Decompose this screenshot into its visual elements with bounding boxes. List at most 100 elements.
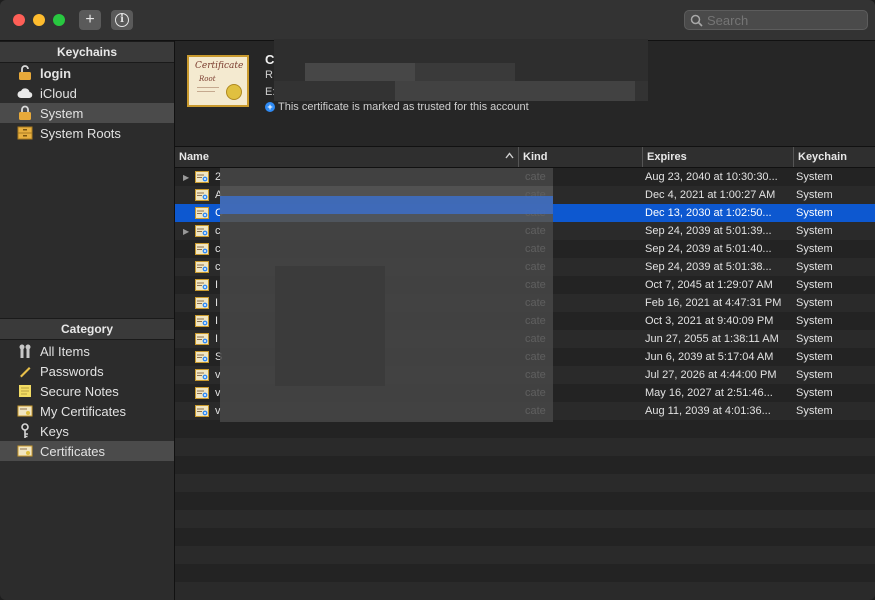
- certificate-name: C: [265, 52, 275, 67]
- add-item-button[interactable]: +: [79, 10, 101, 30]
- cell-expires: Dec 13, 2030 at 1:02:50...: [645, 207, 772, 219]
- plus-icon: +: [85, 11, 95, 28]
- sort-ascending-icon: [505, 152, 514, 159]
- search-icon: [690, 14, 703, 27]
- search-field[interactable]: [684, 10, 868, 30]
- cell-keychain: System: [796, 387, 833, 399]
- cell-name-text: I: [215, 333, 219, 345]
- sidebar-item-system[interactable]: System: [0, 103, 174, 123]
- lock-open-icon: [17, 65, 33, 81]
- sidebar-item-all-items[interactable]: All Items: [0, 341, 174, 361]
- sidebar-item-my-certificates[interactable]: My Certificates: [0, 401, 174, 421]
- lock-icon: [17, 105, 33, 121]
- empty-row: [175, 438, 875, 456]
- info-icon: i: [115, 13, 129, 27]
- cell-keychain: System: [796, 369, 833, 381]
- cell-keychain: System: [796, 225, 833, 237]
- cell-keychain: System: [796, 189, 833, 201]
- cell-expires: Sep 24, 2039 at 5:01:38...: [645, 261, 772, 273]
- sidebar-item-icloud[interactable]: iCloud: [0, 83, 174, 103]
- empty-row: [175, 474, 875, 492]
- empty-row: [175, 510, 875, 528]
- plus-circle-icon: +: [265, 102, 275, 112]
- keychains-header: Keychains: [0, 41, 174, 63]
- sidebar-item-label: Keys: [40, 423, 69, 439]
- cell-expires: Sep 24, 2039 at 5:01:39...: [645, 225, 772, 237]
- cell-keychain: System: [796, 333, 833, 345]
- redacted-block: [395, 81, 635, 101]
- cabinet-icon: [17, 125, 33, 141]
- column-header-label: Expires: [647, 151, 687, 163]
- sidebar-item-label: Certificates: [40, 443, 106, 459]
- certificate-icon: [17, 443, 33, 459]
- get-info-button[interactable]: i: [111, 10, 133, 30]
- seal-icon: [226, 84, 242, 100]
- cell-expires: Jun 27, 2055 at 1:38:11 AM: [645, 333, 779, 345]
- sidebar-item-label: iCloud: [40, 85, 77, 101]
- certificate-icon: [195, 369, 209, 381]
- cell-expires: Aug 23, 2040 at 10:30:30...: [645, 171, 778, 183]
- cell-keychain: System: [796, 243, 833, 255]
- certificate-icon: [195, 243, 209, 255]
- sidebar-item-system-roots[interactable]: System Roots: [0, 123, 174, 143]
- titlebar: + i: [0, 0, 875, 41]
- cell-expires: Oct 7, 2045 at 1:29:07 AM: [645, 279, 773, 291]
- cell-expires: Jun 6, 2039 at 5:17:04 AM: [645, 351, 774, 363]
- cell-keychain: System: [796, 261, 833, 273]
- cell-name-text: I: [215, 279, 219, 291]
- certificate-icon: [195, 261, 209, 273]
- column-header-keychain[interactable]: Keychain: [793, 147, 875, 167]
- sidebar-item-keys[interactable]: Keys: [0, 421, 174, 441]
- zoom-window-button[interactable]: [53, 14, 65, 26]
- sidebar-item-secure-notes[interactable]: Secure Notes: [0, 381, 174, 401]
- category-header: Category: [0, 318, 174, 340]
- redacted-block: [415, 63, 515, 83]
- certificate-icon: [195, 315, 209, 327]
- sidebar-item-login[interactable]: login: [0, 63, 174, 83]
- sidebar-item-label: All Items: [40, 343, 90, 359]
- minimize-window-button[interactable]: [33, 14, 45, 26]
- column-header-label: Kind: [523, 151, 548, 163]
- column-header-label: Keychain: [798, 151, 847, 163]
- column-header-expires[interactable]: Expires: [642, 147, 793, 167]
- cell-expires: Aug 11, 2039 at 4:01:36...: [645, 405, 771, 417]
- search-input[interactable]: [707, 13, 857, 28]
- disclosure-triangle-icon[interactable]: ▶: [183, 227, 193, 236]
- sidebar-item-label: My Certificates: [40, 403, 126, 419]
- cloud-icon: [17, 85, 33, 101]
- sidebar-item-label: System: [40, 105, 84, 121]
- certificate-icon: [195, 387, 209, 399]
- certificate-issuer: R: [265, 69, 273, 81]
- my-certificates-icon: [17, 403, 33, 419]
- certificate-icon: [195, 225, 209, 237]
- empty-row: [175, 492, 875, 510]
- cell-name-text: I: [215, 315, 219, 327]
- cell-expires: May 16, 2027 at 2:51:46...: [645, 387, 773, 399]
- empty-row: [175, 420, 875, 438]
- cell-keychain: System: [796, 297, 833, 309]
- certificate-icon: [195, 189, 209, 201]
- sidebar-item-label: login: [40, 65, 72, 81]
- empty-row: [175, 528, 875, 546]
- cell-expires: Jul 27, 2026 at 4:44:00 PM: [645, 369, 777, 381]
- column-header-label: Name: [179, 151, 209, 163]
- cell-keychain: System: [796, 279, 833, 291]
- trust-text: This certificate is marked as trusted fo…: [278, 101, 529, 113]
- empty-row: [175, 564, 875, 582]
- column-header-kind[interactable]: Kind: [518, 147, 642, 167]
- sidebar-item-passwords[interactable]: Passwords: [0, 361, 174, 381]
- cell-name-text: I: [215, 297, 219, 309]
- cell-expires: Dec 4, 2021 at 1:00:27 AM: [645, 189, 776, 201]
- cell-keychain: System: [796, 405, 833, 417]
- cell-keychain: System: [796, 351, 833, 363]
- column-header-name[interactable]: Name: [175, 147, 518, 167]
- pencil-icon: [17, 363, 33, 379]
- sidebar-item-label: System Roots: [40, 125, 121, 141]
- sidebar-item-certificates[interactable]: Certificates: [0, 441, 174, 461]
- close-window-button[interactable]: [13, 14, 25, 26]
- redacted-block: [220, 196, 553, 214]
- note-icon: [17, 383, 33, 399]
- certificate-info-panel: Certificate Root C R E: + This certifica…: [175, 39, 875, 146]
- empty-row: [175, 456, 875, 474]
- disclosure-triangle-icon[interactable]: ▶: [183, 173, 193, 182]
